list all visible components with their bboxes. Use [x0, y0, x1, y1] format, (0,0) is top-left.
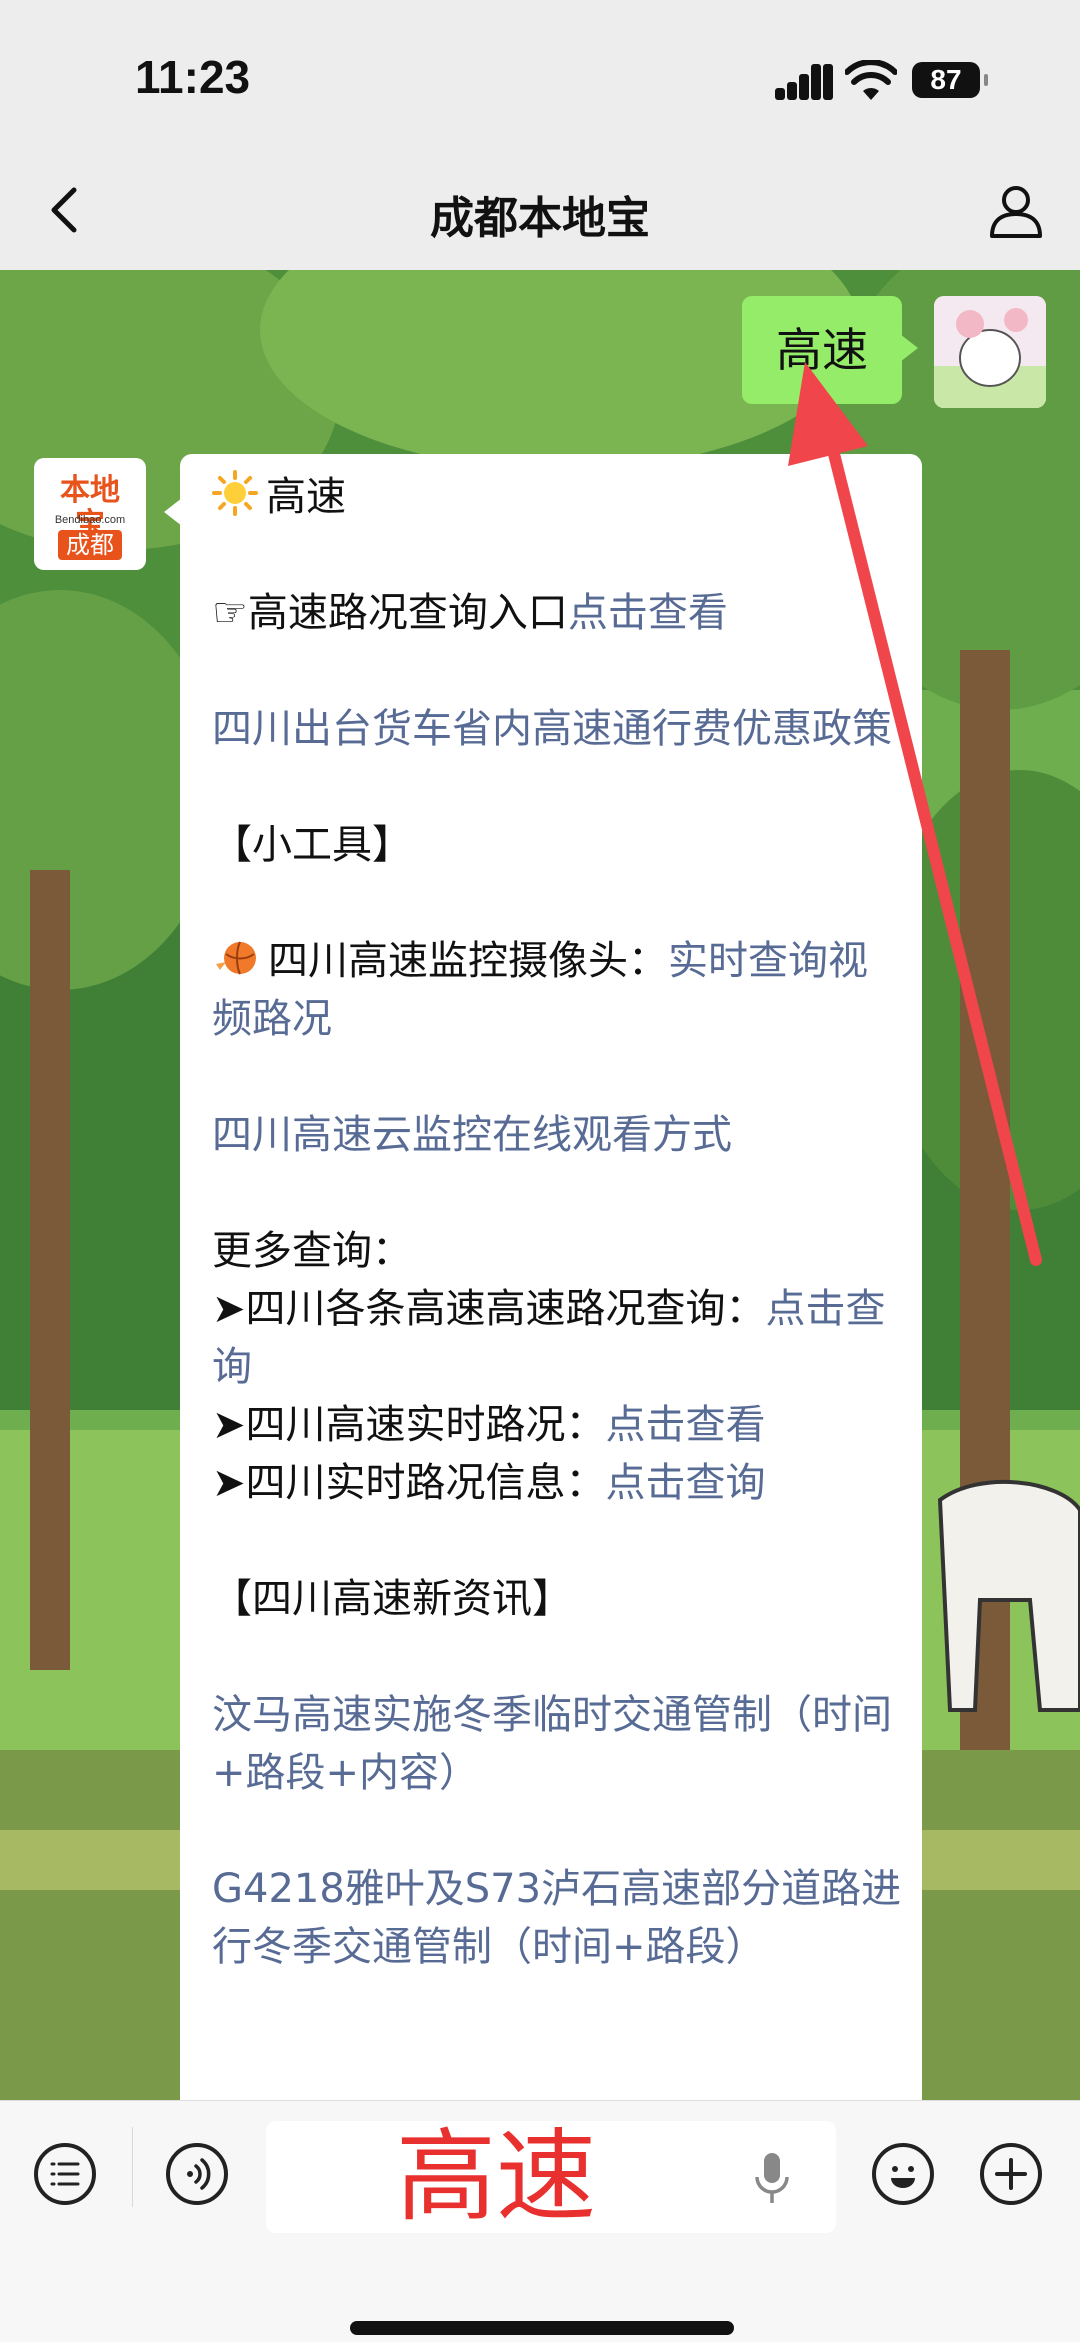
status-time: 11:23	[135, 51, 251, 103]
home-indicator[interactable]	[350, 2321, 734, 2335]
nav-bar: 成都本地宝	[0, 150, 1080, 270]
red-arrow-annotation	[788, 362, 1042, 1266]
message-input-text: 高速	[396, 2118, 596, 2235]
menu-list-icon[interactable]	[34, 2143, 96, 2205]
voice-toggle-icon[interactable]	[166, 2143, 228, 2205]
signal-icon	[775, 64, 833, 100]
input-bar: 高速	[0, 2100, 1080, 2342]
microphone-icon[interactable]	[752, 2149, 792, 2209]
battery-icon: 87	[912, 62, 988, 98]
emoji-icon[interactable]	[872, 2143, 934, 2205]
status-bar: 11:23 87	[0, 0, 1080, 150]
add-icon[interactable]	[980, 2143, 1042, 2205]
profile-icon[interactable]	[986, 180, 1046, 240]
divider	[132, 2127, 133, 2207]
wifi-icon	[845, 60, 897, 100]
message-input[interactable]: 高速	[266, 2121, 836, 2233]
chat-title: 成都本地宝	[430, 193, 650, 244]
chat-area[interactable]: 高速 本地宝 Bendibao.com 成都 高速 ☞高速路况查询入口点击查看 …	[0, 270, 1080, 2100]
